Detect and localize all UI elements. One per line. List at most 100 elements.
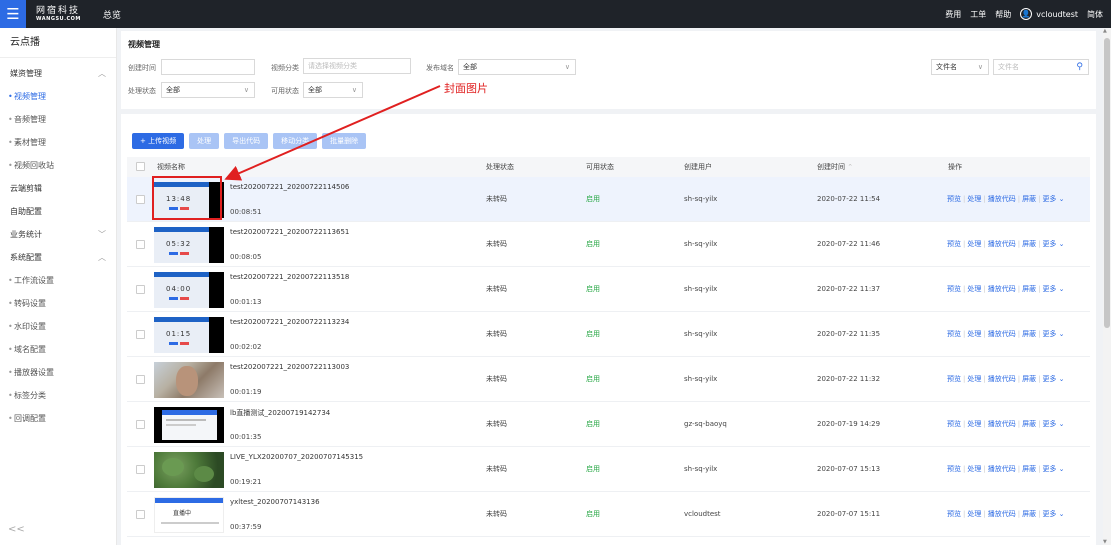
row-checkbox[interactable] [136, 420, 145, 429]
upload-video-button[interactable]: + 上传视频 [132, 133, 185, 149]
block-link[interactable]: 屏蔽 [1022, 195, 1036, 203]
col-time[interactable]: 创建时间 ⌃ [817, 157, 853, 177]
play-code-link[interactable]: 播放代码 [988, 285, 1016, 293]
create-time-input[interactable] [161, 59, 255, 75]
export-code-button[interactable]: 导出代码 [224, 133, 269, 149]
more-link[interactable]: 更多 ⌄ [1042, 240, 1064, 248]
billing-link[interactable]: 费用 [945, 9, 961, 20]
table-row[interactable]: 直播中 yxltest_20200707143136 00:37:59 未转码 启用 vc… [127, 492, 1090, 537]
more-link[interactable]: 更多 ⌄ [1042, 375, 1064, 383]
cover-thumbnail[interactable]: 直播中 [154, 497, 224, 533]
cover-thumbnail[interactable] [154, 407, 224, 443]
video-name[interactable]: LIVE_YLX20200707_20200707145315 [230, 453, 363, 461]
block-link[interactable]: 屏蔽 [1022, 285, 1036, 293]
preview-link[interactable]: 预览 [947, 195, 961, 203]
cover-thumbnail[interactable]: 04:00 [154, 272, 224, 308]
more-link[interactable]: 更多 ⌄ [1042, 285, 1064, 293]
more-link[interactable]: 更多 ⌄ [1042, 330, 1064, 338]
domain-select[interactable]: 全部 ∨ [458, 59, 576, 75]
video-name[interactable]: yxltest_20200707143136 [230, 498, 320, 506]
batch-delete-button[interactable]: 批量删除 [322, 133, 367, 149]
video-name[interactable]: test202007221_20200722114506 [230, 183, 349, 191]
table-row[interactable]: LIVE_YLX20200707_20200707145315 00:19:21 未… [127, 447, 1090, 492]
move-category-button[interactable]: 移动分类 [273, 133, 318, 149]
sidebar-item-recycle[interactable]: 视频回收站 [0, 154, 116, 177]
sidebar-item-transcode[interactable]: 转码设置 [0, 292, 116, 315]
cover-thumbnail[interactable]: 05:32 [154, 227, 224, 263]
row-checkbox[interactable] [136, 510, 145, 519]
process-button[interactable]: 处理 [189, 133, 220, 149]
play-code-link[interactable]: 播放代码 [988, 240, 1016, 248]
sidebar-item-watermark[interactable]: 水印设置 [0, 315, 116, 338]
sidebar-item-material[interactable]: 素材管理 [0, 131, 116, 154]
more-link[interactable]: 更多 ⌄ [1042, 510, 1064, 518]
sidebar-item-self-config[interactable]: 自助配置 [0, 200, 116, 223]
sidebar-item-player[interactable]: 播放器设置 [0, 361, 116, 384]
video-name[interactable]: test202007221_20200722113518 [230, 273, 349, 281]
language-switch[interactable]: 简体 [1087, 9, 1103, 20]
sidebar-item-audio[interactable]: 音频管理 [0, 108, 116, 131]
block-link[interactable]: 屏蔽 [1022, 510, 1036, 518]
process-link[interactable]: 处理 [967, 465, 981, 473]
more-link[interactable]: 更多 ⌄ [1042, 195, 1064, 203]
process-status-select[interactable]: 全部 ∨ [161, 82, 255, 98]
process-link[interactable]: 处理 [967, 330, 981, 338]
table-row[interactable]: 05:32 test202007221_20200722113651 00:08:0… [127, 222, 1090, 267]
sidebar-item-domain[interactable]: 域名配置 [0, 338, 116, 361]
cover-thumbnail[interactable]: 01:15 [154, 317, 224, 353]
play-code-link[interactable]: 播放代码 [988, 330, 1016, 338]
block-link[interactable]: 屏蔽 [1022, 420, 1036, 428]
more-link[interactable]: 更多 ⌄ [1042, 465, 1064, 473]
cover-thumbnail[interactable] [154, 452, 224, 488]
sidebar-item-cloud-edit[interactable]: 云端剪辑 [0, 177, 116, 200]
row-checkbox[interactable] [136, 195, 145, 204]
process-link[interactable]: 处理 [967, 285, 981, 293]
table-row[interactable]: 01:15 test202007221_20200722113234 00:02:0… [127, 312, 1090, 357]
video-name[interactable]: lb直播测试_20200719142734 [230, 408, 330, 418]
process-link[interactable]: 处理 [967, 510, 981, 518]
process-link[interactable]: 处理 [967, 420, 981, 428]
table-row[interactable]: test202007221_20200722113003 00:01:19 未转码 启… [127, 357, 1090, 402]
sidebar-group-system[interactable]: 系统配置 ︿ [0, 246, 116, 269]
select-all-checkbox[interactable] [136, 162, 145, 171]
block-link[interactable]: 屏蔽 [1022, 330, 1036, 338]
preview-link[interactable]: 预览 [947, 285, 961, 293]
sidebar-group-media[interactable]: 媒资管理 ︿ [0, 62, 116, 85]
row-checkbox[interactable] [136, 240, 145, 249]
video-name[interactable]: test202007221_20200722113234 [230, 318, 349, 326]
cover-thumbnail[interactable] [154, 362, 224, 398]
block-link[interactable]: 屏蔽 [1022, 465, 1036, 473]
table-row[interactable]: 13:48 test202007221_20200722114506 00:08:5… [127, 177, 1090, 222]
play-code-link[interactable]: 播放代码 [988, 195, 1016, 203]
scroll-up-icon[interactable]: ▲ [1103, 28, 1107, 34]
table-row[interactable]: 04:00 test202007221_20200722113518 00:01:1… [127, 267, 1090, 312]
search-input[interactable]: 文件名 ⚲ [993, 59, 1089, 75]
process-link[interactable]: 处理 [967, 375, 981, 383]
play-code-link[interactable]: 播放代码 [988, 420, 1016, 428]
row-checkbox[interactable] [136, 285, 145, 294]
sidebar-item-workflow[interactable]: 工作流设置 [0, 269, 116, 292]
collapse-icon[interactable]: << [8, 524, 25, 535]
scrollbar-thumb[interactable] [1104, 38, 1110, 328]
row-checkbox[interactable] [136, 465, 145, 474]
preview-link[interactable]: 预览 [947, 465, 961, 473]
preview-link[interactable]: 预览 [947, 240, 961, 248]
avail-status-select[interactable]: 全部 ∨ [303, 82, 363, 98]
preview-link[interactable]: 预览 [947, 330, 961, 338]
search-field-select[interactable]: 文件名 ∨ [931, 59, 989, 75]
search-icon[interactable]: ⚲ [1076, 60, 1083, 74]
play-code-link[interactable]: 播放代码 [988, 375, 1016, 383]
sidebar-item-tags[interactable]: 标签分类 [0, 384, 116, 407]
help-link[interactable]: 帮助 [995, 9, 1011, 20]
sidebar-group-stats[interactable]: 业务统计 ﹀ [0, 223, 116, 246]
video-name[interactable]: test202007221_20200722113651 [230, 228, 349, 236]
preview-link[interactable]: 预览 [947, 510, 961, 518]
play-code-link[interactable]: 播放代码 [988, 465, 1016, 473]
scroll-down-icon[interactable]: ▼ [1103, 539, 1107, 545]
category-select[interactable]: 请选择视频分类 [303, 58, 411, 74]
menu-button[interactable]: ☰ [0, 0, 26, 28]
overview-link[interactable]: 总览 [103, 8, 121, 21]
preview-link[interactable]: 预览 [947, 375, 961, 383]
video-name[interactable]: test202007221_20200722113003 [230, 363, 349, 371]
process-link[interactable]: 处理 [967, 240, 981, 248]
